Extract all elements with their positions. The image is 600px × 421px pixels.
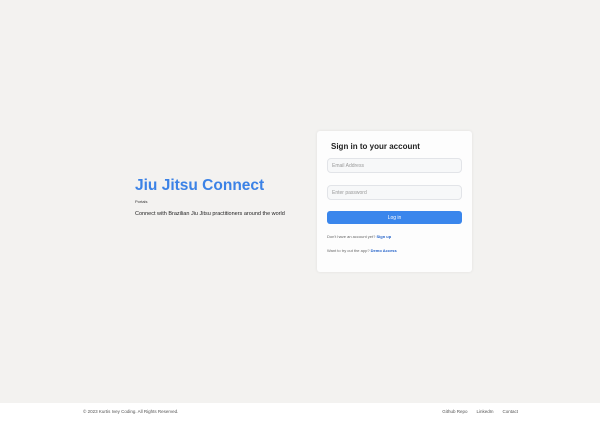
app-subtitle: Portals bbox=[135, 199, 148, 204]
demo-access-link[interactable]: Demo Access bbox=[371, 248, 397, 253]
email-input[interactable] bbox=[327, 158, 462, 173]
footer: © 2023 Kurtis Ivey Coding. All Rights Re… bbox=[0, 403, 600, 421]
footer-links: Github Repo LinkedIn Contact bbox=[442, 409, 518, 414]
login-heading: Sign in to your account bbox=[331, 142, 420, 151]
demo-prompt: Want to try out the app? bbox=[327, 248, 370, 253]
password-input[interactable] bbox=[327, 185, 462, 200]
login-card: Sign in to your account Log in Don't hav… bbox=[317, 131, 472, 272]
hero: Jiu Jitsu Connect Portals Connect with B… bbox=[135, 177, 285, 218]
github-repo-link[interactable]: Github Repo bbox=[442, 409, 467, 414]
signup-link[interactable]: Sign up bbox=[376, 234, 391, 239]
demo-line: Want to try out the app? Demo Access bbox=[327, 248, 462, 253]
app-title: Jiu Jitsu Connect bbox=[135, 177, 265, 194]
linkedin-link[interactable]: LinkedIn bbox=[476, 409, 493, 414]
signup-line: Don't have an account yet? Sign up bbox=[327, 234, 462, 239]
login-button[interactable]: Log in bbox=[327, 211, 462, 224]
contact-link[interactable]: Contact bbox=[502, 409, 518, 414]
app-description: Connect with Brazilian Jiu Jitsu practit… bbox=[135, 211, 285, 217]
copyright: © 2023 Kurtis Ivey Coding. All Rights Re… bbox=[83, 409, 179, 414]
signup-prompt: Don't have an account yet? bbox=[327, 234, 376, 239]
